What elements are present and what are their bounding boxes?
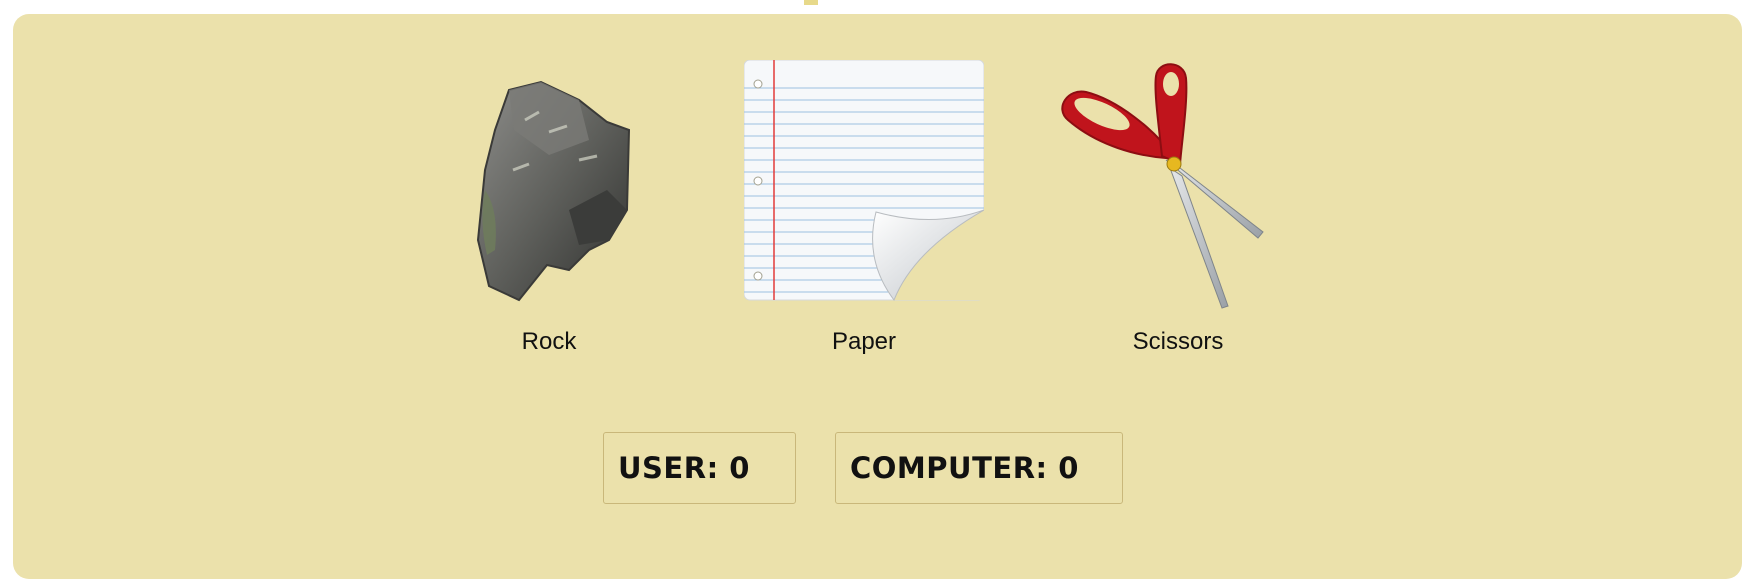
user-score-label: USER:	[618, 451, 719, 485]
paper-icon	[744, 60, 984, 302]
top-marker	[804, 0, 818, 5]
scissors-choice-button[interactable]: Scissors	[1058, 60, 1298, 360]
user-score-value: 0	[729, 451, 750, 485]
scissors-label: Scissors	[1132, 328, 1224, 355]
computer-score-box: COMPUTER: 0	[835, 432, 1123, 504]
user-score-box: USER: 0	[603, 432, 796, 504]
paper-label: Paper	[831, 328, 897, 355]
scissors-icon	[1061, 63, 1264, 309]
computer-score-value: 0	[1058, 451, 1079, 485]
rock-choice-button[interactable]: Rock	[429, 60, 669, 360]
rock-label: Rock	[521, 328, 577, 355]
rock-icon	[476, 80, 631, 302]
computer-score-label: COMPUTER:	[850, 451, 1048, 485]
paper-choice-button[interactable]: Paper	[744, 60, 984, 360]
